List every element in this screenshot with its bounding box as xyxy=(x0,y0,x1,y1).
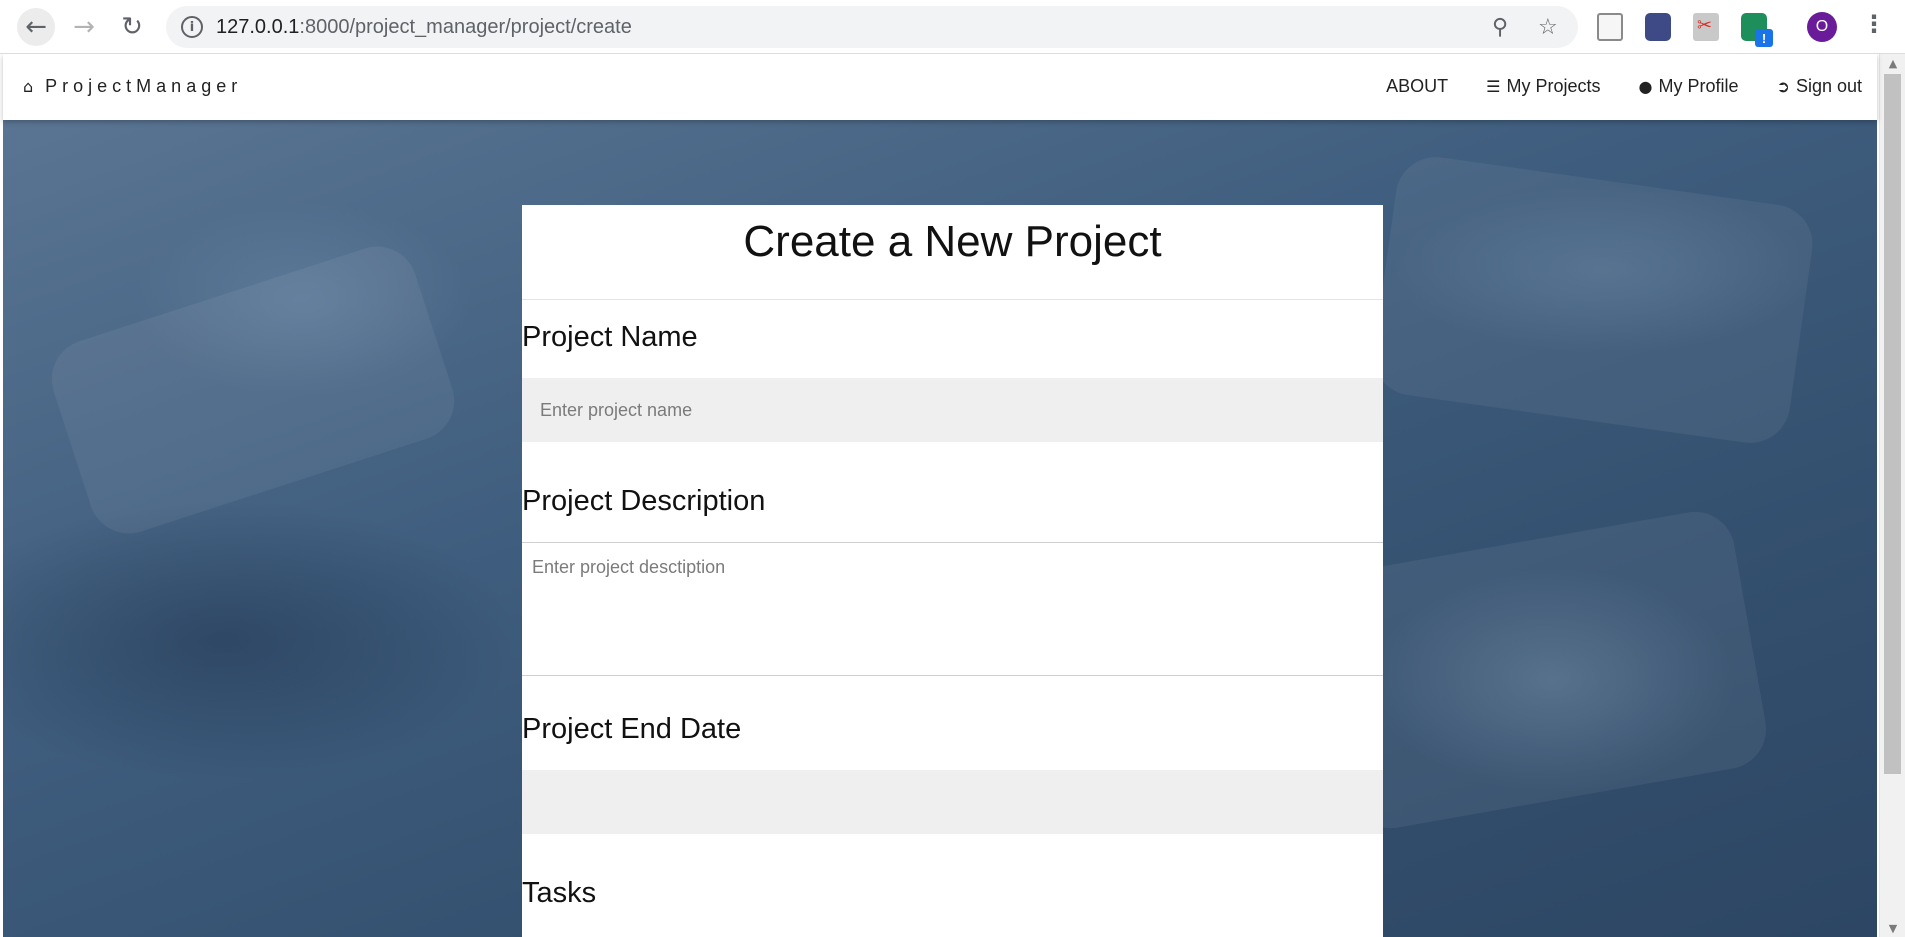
profile-avatar[interactable]: O xyxy=(1807,12,1837,42)
create-project-form: Create a New Project Project Name Projec… xyxy=(522,205,1383,937)
background-shape xyxy=(1368,151,1818,449)
scroll-up-icon[interactable]: ▲ xyxy=(1880,54,1905,72)
puzzle-extension-icon[interactable] xyxy=(1645,13,1671,41)
nav-sign-out[interactable]: ➲ Sign out xyxy=(1777,76,1862,97)
back-arrow-icon[interactable]: ← xyxy=(17,8,55,46)
extension-badge: ! xyxy=(1755,29,1773,47)
address-bar[interactable]: i 127.0.0.1:8000/project_manager/project… xyxy=(166,6,1578,48)
brand-name: ProjectManager xyxy=(45,76,243,96)
nav-my-profile[interactable]: ● My Profile xyxy=(1639,76,1739,97)
user-icon: ● xyxy=(1638,77,1653,96)
nav-menu: ABOUT ☰ My Projects ● My Profile ➲ Sign out xyxy=(1386,76,1862,97)
sign-out-icon: ➲ xyxy=(1776,77,1790,96)
url-text[interactable]: 127.0.0.1:8000/project_manager/project/c… xyxy=(216,16,632,39)
project-name-label: Project Name xyxy=(522,321,698,353)
nav-about[interactable]: ABOUT xyxy=(1386,76,1448,97)
forward-arrow-icon[interactable]: → xyxy=(65,8,103,46)
scrollbar-thumb[interactable] xyxy=(1884,74,1901,774)
zoom-icon[interactable]: ⚲ xyxy=(1492,15,1508,40)
brand-link[interactable]: ⌂ ProjectManager xyxy=(23,76,242,97)
page-viewport: ⌂ ProjectManager ABOUT ☰ My Projects ● My … xyxy=(0,54,1905,937)
reload-icon[interactable]: ↻ xyxy=(113,8,151,46)
project-name-input[interactable] xyxy=(522,378,1383,442)
project-description-label: Project Description xyxy=(522,485,766,517)
tasks-label: Tasks xyxy=(522,877,597,909)
site-navbar: ⌂ ProjectManager ABOUT ☰ My Projects ● My … xyxy=(3,54,1877,120)
title-divider xyxy=(522,299,1383,300)
green-extension-icon[interactable]: ! xyxy=(1741,13,1773,47)
project-end-date-label: Project End Date xyxy=(522,713,742,745)
scroll-down-icon[interactable]: ▼ xyxy=(1880,919,1905,937)
browser-menu-icon[interactable]: ⋮ xyxy=(1862,10,1886,38)
url-host: 127.0.0.1 xyxy=(216,16,300,38)
bookmark-star-icon[interactable]: ☆ xyxy=(1538,15,1558,40)
url-path: :8000/project_manager/project/create xyxy=(299,16,632,38)
nav-about-label: ABOUT xyxy=(1386,76,1449,96)
pdf-extension-icon[interactable] xyxy=(1693,13,1719,41)
document-extension-icon[interactable] xyxy=(1597,13,1623,41)
project-end-date-input[interactable] xyxy=(522,770,1383,834)
home-icon: ⌂ xyxy=(23,77,34,96)
background-shape xyxy=(41,236,465,544)
site: ⌂ ProjectManager ABOUT ☰ My Projects ● My … xyxy=(3,54,1877,937)
form-title: Create a New Project xyxy=(743,217,1162,266)
page-scrollbar[interactable]: ▲ ▼ xyxy=(1879,54,1905,937)
nav-my-profile-label: My Profile xyxy=(1658,76,1739,96)
nav-sign-out-label: Sign out xyxy=(1795,76,1862,96)
list-icon: ☰ xyxy=(1486,77,1501,96)
nav-my-projects-label: My Projects xyxy=(1506,76,1601,96)
project-description-input[interactable] xyxy=(522,542,1383,676)
site-info-icon[interactable]: i xyxy=(181,16,203,38)
nav-my-projects[interactable]: ☰ My Projects xyxy=(1486,76,1600,97)
browser-toolbar: ← → ↻ i 127.0.0.1:8000/project_manager/p… xyxy=(0,0,1905,54)
